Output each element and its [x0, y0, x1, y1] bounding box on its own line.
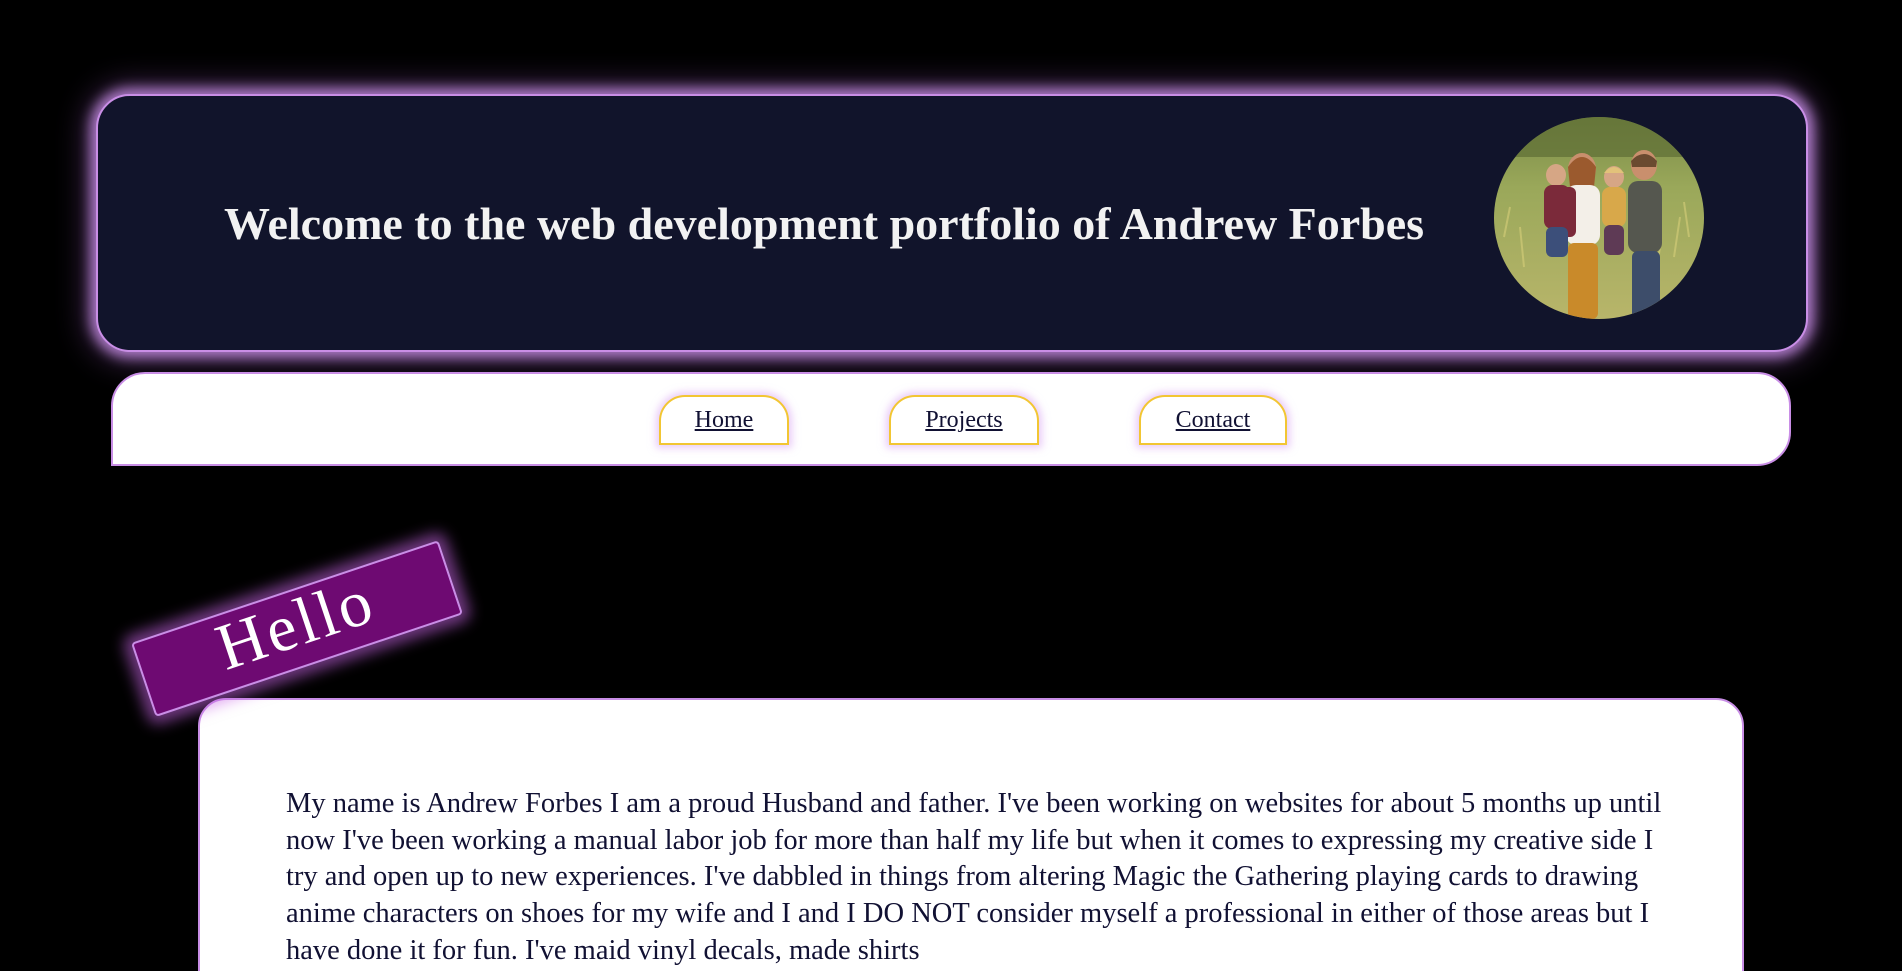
nav-projects-link[interactable]: Projects: [889, 395, 1039, 445]
page: Welcome to the web development portfolio…: [0, 0, 1902, 971]
intro-text: My name is Andrew Forbes I am a proud Hu…: [286, 788, 1662, 966]
intro-card: My name is Andrew Forbes I am a proud Hu…: [198, 698, 1744, 971]
hello-label: Hello: [207, 564, 384, 685]
hello-tag: Hello: [131, 540, 464, 717]
nav-contact-link[interactable]: Contact: [1139, 395, 1287, 445]
nav-home-link[interactable]: Home: [659, 395, 789, 445]
header-banner: Welcome to the web development portfolio…: [96, 94, 1808, 352]
page-title: Welcome to the web development portfolio…: [224, 198, 1425, 249]
avatar: [1494, 117, 1704, 319]
nav-bar: Home Projects Contact: [111, 372, 1791, 466]
family-photo-image: [1494, 117, 1704, 319]
